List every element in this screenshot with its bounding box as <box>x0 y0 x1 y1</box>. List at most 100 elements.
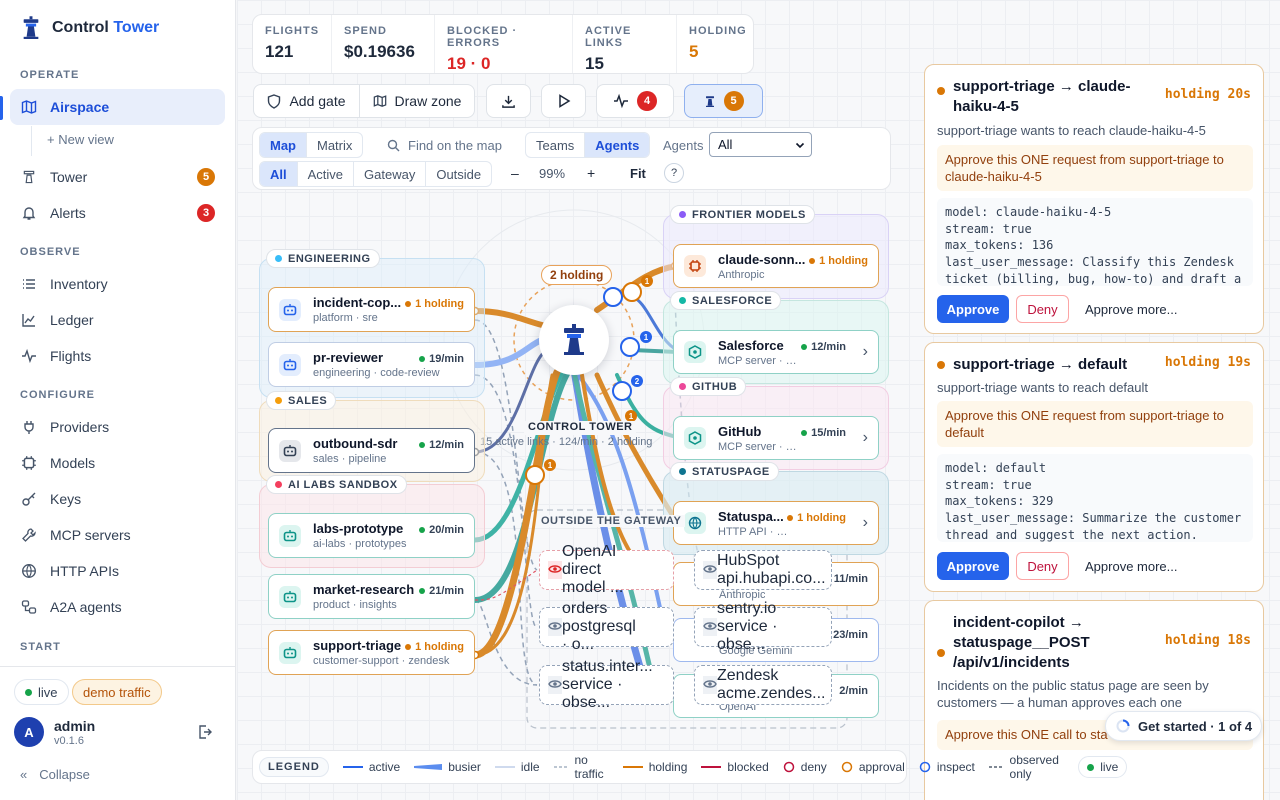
outside-sub: postgresql · o... <box>562 618 636 653</box>
target-node[interactable]: SalesforceMCP server · 3 tools 12/min › <box>673 330 879 374</box>
target-node[interactable]: claude-sonn... Anthropic 1 holding <box>673 244 879 288</box>
agent-name: outbound-sdr <box>313 436 398 451</box>
card-description: support-triage wants to reach claude-hai… <box>937 123 1206 138</box>
collapse-button[interactable]: «Collapse <box>20 767 90 782</box>
tower-icon <box>564 324 584 355</box>
avatar[interactable]: A <box>14 717 44 747</box>
legend-approval: approval <box>841 760 905 774</box>
agent-node[interactable]: market-research product · insights 21/min <box>268 574 475 619</box>
bell-icon <box>20 204 38 222</box>
bot-icon <box>279 439 301 462</box>
target-status: 1 holding <box>787 512 846 524</box>
zoom-level: 99% <box>539 166 566 181</box>
outside-node[interactable]: sentry.io service · obse... <box>694 600 832 653</box>
legend-active: active <box>342 760 401 774</box>
tab-gateway[interactable]: Gateway <box>354 162 427 186</box>
tab-teams[interactable]: Teams <box>526 133 586 157</box>
tab-agents[interactable]: Agents <box>585 133 650 157</box>
map-filters: Map Matrix Find on the map Teams Agents … <box>252 127 891 190</box>
shield-icon <box>268 93 281 109</box>
approve-more-button[interactable]: Approve more... <box>1085 552 1178 580</box>
tab-all[interactable]: All <box>260 162 298 186</box>
tower-queue-button[interactable]: 5 <box>684 84 763 118</box>
agent-name: labs-prototype <box>313 521 404 536</box>
alerts-button[interactable]: 4 <box>596 84 674 118</box>
agents-icon <box>20 598 38 616</box>
sidebar-item-tower[interactable]: Tower 5 <box>10 159 225 195</box>
zoom-in-button[interactable]: + <box>587 165 595 181</box>
sidebar-item-keys[interactable]: Keys <box>10 481 225 517</box>
deny-button[interactable]: Deny <box>1016 552 1069 580</box>
stat-flights: FLIGHTS 121 <box>253 15 332 73</box>
agent-node[interactable]: incident-cop... platform · sre 1 holding <box>268 287 475 332</box>
tower-icon <box>705 96 714 107</box>
pulse-icon <box>614 93 628 109</box>
target-node[interactable]: Statuspa...HTTP API · 3 routes 1 holding… <box>673 501 879 545</box>
legend-idle: idle <box>494 760 540 774</box>
target-node[interactable]: GitHubMCP server · 2 tools 15/min › <box>673 416 879 460</box>
logout-icon[interactable] <box>197 724 213 745</box>
outside-node[interactable]: HubSpot api.hubapi.co... <box>694 550 832 590</box>
outside-name: Zendesk <box>717 667 779 684</box>
card-title: incident-copilot → statuspage__POST /api… <box>937 613 1137 673</box>
demo-traffic-toggle[interactable]: demo traffic <box>72 679 162 705</box>
live-indicator[interactable]: live <box>14 679 69 705</box>
agent-status: 21/min <box>419 585 464 597</box>
chevron-right-icon[interactable]: › <box>863 429 868 447</box>
outside-node[interactable]: Zendesk acme.zendes... <box>694 665 832 705</box>
legend-inspect: inspect <box>919 760 975 774</box>
play-button[interactable] <box>541 84 586 118</box>
tab-matrix[interactable]: Matrix <box>307 133 362 157</box>
bot-icon <box>279 585 301 608</box>
chip-icon <box>684 255 706 277</box>
line-chart-icon <box>20 311 38 329</box>
control-tower-node[interactable] <box>539 305 609 375</box>
agent-node[interactable]: pr-reviewer engineering · code-review 19/… <box>268 342 475 387</box>
tab-map[interactable]: Map <box>260 133 307 157</box>
outside-node[interactable]: orders postgresql · o... <box>539 600 674 653</box>
zoom-out-button[interactable]: – <box>511 165 519 181</box>
outside-sub: api.hubapi.co... <box>717 570 826 587</box>
agent-node[interactable]: outbound-sdr sales · pipeline 12/min <box>268 428 475 473</box>
help-button[interactable]: ? <box>664 163 684 183</box>
tab-active[interactable]: Active <box>298 162 355 186</box>
sidebar-item-a2a-agents[interactable]: A2A agents <box>10 589 225 625</box>
add-gate-button[interactable]: Add gate <box>253 84 360 118</box>
sidebar-item-alerts[interactable]: Alerts 3 <box>10 195 225 231</box>
eye-icon <box>548 561 562 579</box>
get-started-button[interactable]: Get started · 1 of 4 <box>1105 711 1262 741</box>
target-status: 11/min <box>833 573 868 585</box>
outside-sub: service · obse... <box>717 618 778 653</box>
sidebar-item-flights[interactable]: Flights <box>10 338 225 374</box>
sidebar-item-inventory[interactable]: Inventory <box>10 266 225 302</box>
card-title: support-triage → default <box>937 355 1157 375</box>
sidebar-item-ledger[interactable]: Ledger <box>10 302 225 338</box>
map-search[interactable]: Find on the map <box>387 132 502 158</box>
eye-icon <box>703 676 717 694</box>
wrench-icon <box>20 526 38 544</box>
outside-node[interactable]: status.inter... service · obse... <box>539 658 674 711</box>
sidebar-item-mcp-servers[interactable]: MCP servers <box>10 517 225 553</box>
chevron-right-icon[interactable]: › <box>863 343 868 361</box>
agent-node[interactable]: labs-prototype ai-labs · prototypes 20/mi… <box>268 513 475 558</box>
download-button[interactable] <box>486 84 531 118</box>
approve-button[interactable]: Approve <box>937 295 1009 323</box>
outside-node[interactable]: OpenAI direct model ... <box>539 543 674 596</box>
sidebar-item-models[interactable]: Models <box>10 445 225 481</box>
section-observe: OBSERVE <box>20 246 81 258</box>
sidebar-item-providers[interactable]: Providers <box>10 409 225 445</box>
chevron-right-icon[interactable]: › <box>863 514 868 532</box>
globe-icon <box>20 562 38 580</box>
approve-button[interactable]: Approve <box>937 552 1009 580</box>
sidebar-item-airspace[interactable]: Airspace <box>10 89 225 125</box>
deny-button[interactable]: Deny <box>1016 295 1069 323</box>
approve-more-button[interactable]: Approve more... <box>1085 295 1178 323</box>
sidebar-item-http-apis[interactable]: HTTP APIs <box>10 553 225 589</box>
draw-zone-button[interactable]: Draw zone <box>359 84 475 118</box>
tab-outside[interactable]: Outside <box>426 162 491 186</box>
new-view-link[interactable]: + New view <box>47 132 114 147</box>
agents-filter-select[interactable]: All <box>709 132 812 157</box>
agent-node[interactable]: support-triage customer-support · zendesk… <box>268 630 475 675</box>
app-brand[interactable]: Control Tower <box>20 16 159 40</box>
fit-button[interactable]: Fit <box>630 166 646 181</box>
